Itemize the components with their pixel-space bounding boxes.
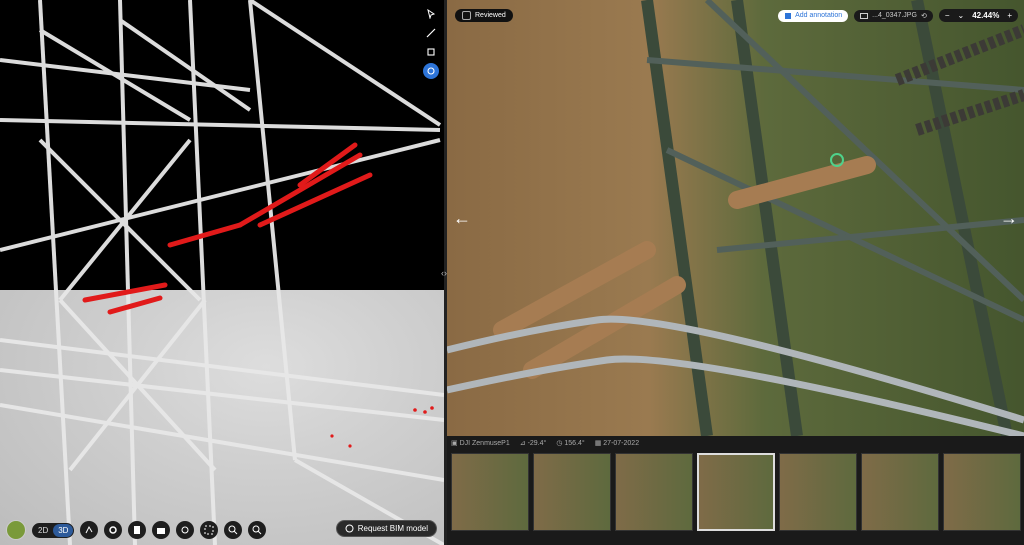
photo-toolbar: Add annotation ...4_0347.JPG ⟲ − ⌄ 42.44… bbox=[778, 9, 1018, 22]
previous-image-arrow[interactable]: ← bbox=[453, 208, 471, 229]
thumbnail-selected[interactable] bbox=[697, 453, 775, 531]
thumbnail[interactable] bbox=[451, 453, 529, 531]
next-image-arrow[interactable]: → bbox=[1000, 208, 1018, 229]
logo-icon bbox=[6, 520, 26, 540]
photo-content bbox=[447, 0, 1024, 436]
camera-model: ▣ DJI ZenmuseP1 bbox=[451, 440, 510, 447]
thumbnail[interactable] bbox=[943, 453, 1021, 531]
photo-metadata: ▣ DJI ZenmuseP1 ⊿ -29.4° ◷ 156.4° ▦ 27-0… bbox=[451, 439, 639, 447]
checkbox-icon bbox=[462, 11, 471, 20]
reviewed-checkbox[interactable]: Reviewed bbox=[455, 9, 513, 22]
zoom-out-button[interactable]: − bbox=[945, 11, 950, 20]
route-icon[interactable] bbox=[80, 521, 99, 539]
camera-icon[interactable] bbox=[152, 521, 171, 539]
cube-icon bbox=[345, 524, 354, 533]
target-icon[interactable] bbox=[423, 63, 439, 79]
add-annotation-button[interactable]: Add annotation bbox=[778, 9, 849, 22]
book-icon[interactable] bbox=[128, 521, 147, 539]
tower-point-cloud bbox=[0, 0, 444, 545]
thumbnail[interactable] bbox=[861, 453, 939, 531]
dimension-toggle[interactable]: 2D 3D bbox=[32, 522, 75, 538]
pitch-value: ⊿ -29.4° bbox=[519, 440, 547, 447]
cursor-icon[interactable] bbox=[423, 6, 439, 22]
file-name-badge: ...4_0347.JPG ⟲ bbox=[854, 9, 933, 22]
point-cloud-viewer[interactable]: 2D 3D Request BIM model bbox=[0, 0, 444, 545]
zoom-out-icon[interactable] bbox=[248, 521, 267, 539]
zoom-control: − ⌄ 42.44% + bbox=[938, 9, 1018, 22]
thumbnail[interactable] bbox=[779, 453, 857, 531]
file-name: ...4_0347.JPG bbox=[872, 12, 917, 19]
locate-icon[interactable] bbox=[176, 521, 195, 539]
thumbnail[interactable] bbox=[533, 453, 611, 531]
annotation-icon bbox=[785, 12, 792, 19]
reviewed-label: Reviewed bbox=[475, 12, 506, 19]
thumbnail-strip bbox=[451, 453, 1021, 531]
inspection-photo[interactable]: Reviewed Add annotation ...4_0347.JPG ⟲ … bbox=[447, 0, 1024, 436]
toggle-2d[interactable]: 2D bbox=[33, 524, 53, 537]
zoom-in-icon[interactable] bbox=[224, 521, 243, 539]
measure-line-icon[interactable] bbox=[423, 25, 439, 41]
capture-date: ▦ 27-07-2022 bbox=[594, 440, 640, 447]
request-bim-label: Request BIM model bbox=[357, 524, 428, 533]
zoom-level: 42.44% bbox=[972, 11, 1000, 20]
photo-viewer: Reviewed Add annotation ...4_0347.JPG ⟲ … bbox=[447, 0, 1024, 545]
viewer-tools bbox=[421, 6, 441, 79]
crop-box-icon[interactable] bbox=[423, 44, 439, 60]
heading-value: ◷ 156.4° bbox=[556, 440, 585, 447]
zoom-in-button[interactable]: + bbox=[1007, 11, 1012, 20]
settings-icon[interactable] bbox=[104, 521, 123, 539]
toggle-3d[interactable]: 3D bbox=[53, 523, 74, 537]
thumbnail[interactable] bbox=[615, 453, 693, 531]
link-icon[interactable]: ⟲ bbox=[921, 12, 927, 20]
request-bim-button[interactable]: Request BIM model bbox=[335, 520, 437, 537]
chevron-down-icon[interactable]: ⌄ bbox=[957, 11, 964, 20]
image-icon bbox=[860, 12, 869, 19]
add-annotation-label: Add annotation bbox=[795, 12, 843, 19]
fit-icon[interactable] bbox=[200, 521, 219, 539]
app: 2D 3D Request BIM model ‹› Reviewed Add … bbox=[0, 0, 1024, 545]
